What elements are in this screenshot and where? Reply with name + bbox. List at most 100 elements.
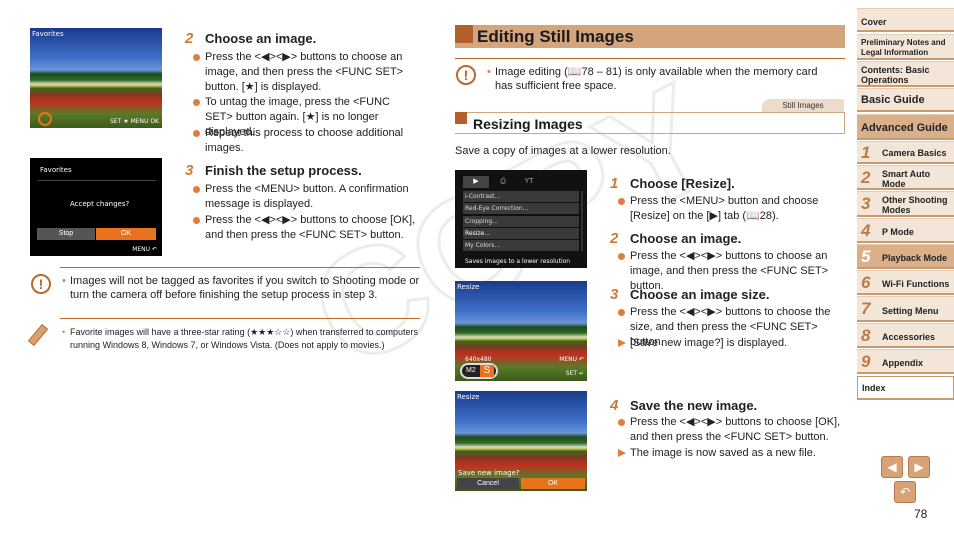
set-hint: SET ↵	[565, 370, 584, 377]
playback-tab-icon[interactable]: ▶	[463, 176, 489, 188]
sidebar-item-p-mode[interactable]: 4 P Mode	[857, 218, 954, 243]
step-title-text: Finish the setup process.	[205, 163, 362, 178]
sidebar-item-playback-mode[interactable]: 5 Playback Mode	[857, 244, 954, 269]
sidebar-item-index[interactable]: Index	[857, 376, 954, 400]
resize-step-1-bullet: Press the <MENU> button and choose [Resi…	[618, 194, 845, 224]
screen-footer: SET ★ MENU OK	[110, 118, 159, 125]
sidebar-item-label: Preliminary Notes and Legal Information	[861, 38, 946, 57]
sidebar-item-label: Advanced Guide	[861, 122, 948, 134]
step-2-bullet-1: Press the <◀><▶> buttons to choose an im…	[193, 50, 420, 95]
step-3-title: 3 Finish the setup process.	[185, 162, 362, 179]
still-images-tag: Still Images	[762, 99, 844, 112]
step-number: 1	[610, 175, 619, 192]
scrollbar[interactable]	[581, 191, 583, 251]
bullet-dot-icon	[193, 54, 200, 61]
bullet-icon: •	[62, 327, 66, 337]
result-text: The image is now saved as a new file.	[630, 447, 816, 459]
stop-button[interactable]: Stop	[37, 228, 95, 240]
result-arrow-icon	[618, 339, 626, 347]
step-title-text: Choose an image size.	[630, 287, 770, 302]
step-2-title: 2 Choose an image.	[185, 30, 316, 47]
sidebar-item-label: Index	[862, 383, 886, 393]
print-tab-icon[interactable]: ⎙	[491, 176, 515, 188]
save-screen: Resize Save new image? Cancel OK	[455, 391, 587, 491]
next-page-button[interactable]: ▶	[908, 456, 930, 478]
memo-note: • Favorite images will have a three-star …	[62, 326, 422, 352]
intro-text: Save a copy of images at a lower resolut…	[455, 145, 671, 157]
result-text: [Save new image?] is displayed.	[630, 337, 788, 349]
menu-item[interactable]: i-Contrast...	[463, 191, 579, 202]
sidebar-item-cover[interactable]: Cover	[857, 8, 954, 32]
arrow-left-icon: ◀	[887, 460, 897, 474]
bullet-dot-icon	[193, 186, 200, 193]
screen-footer: MENU ↶	[132, 246, 157, 253]
favorites-screen: Favorites SET ★ MENU OK	[30, 28, 162, 128]
sidebar-item-basic-guide[interactable]: Basic Guide	[857, 88, 954, 112]
resize-step-3-title: 3 Choose an image size.	[610, 286, 769, 303]
step-title-text: Save the new image.	[630, 398, 758, 413]
divider	[455, 58, 845, 59]
sidebar-item-label: Playback Mode	[882, 253, 948, 263]
bullet-text: Repeat this process to choose additional…	[205, 127, 404, 154]
sidebar-item-other-shooting[interactable]: 3 Other Shooting Modes	[857, 191, 954, 217]
caution-icon: !	[456, 65, 476, 85]
step-title-text: Choose [Resize].	[630, 176, 735, 191]
bullet-text: Press the <MENU> button. A confirmation …	[205, 183, 409, 210]
bullet-dot-icon	[193, 99, 200, 106]
sidebar-item-preliminary-notes[interactable]: Preliminary Notes and Legal Information	[857, 34, 954, 60]
accept-changes-screen: Favorites Accept changes? Stop OK MENU ↶	[30, 158, 162, 256]
resize-step-4-bullet: Press the <◀><▶> buttons to choose [OK],…	[618, 415, 845, 445]
size-m2[interactable]: M2	[466, 367, 476, 374]
divider	[60, 318, 420, 319]
screen-label: Resize	[457, 393, 480, 401]
sidebar-item-setting-menu[interactable]: 7 Setting Menu	[857, 296, 954, 322]
sidebar-item-contents[interactable]: Contents: Basic Operations	[857, 61, 954, 87]
step-number: 2	[185, 30, 194, 47]
ok-button[interactable]: OK	[521, 478, 585, 489]
menu-item-selected[interactable]: Resize...	[463, 228, 579, 239]
page-title: Editing Still Images	[477, 27, 634, 46]
step-title-text: Choose an image.	[205, 31, 317, 46]
result-arrow-icon	[618, 449, 626, 457]
note-text: Image editing (📖78 – 81) is only availab…	[495, 66, 818, 92]
cancel-button[interactable]: Cancel	[457, 478, 519, 489]
sidebar-item-wifi[interactable]: 6 Wi-Fi Functions	[857, 270, 954, 295]
bullet-text: Press the <◀><▶> buttons to choose [OK],…	[205, 214, 416, 241]
menu-screen: ▶ ⎙ YT i-Contrast... Red-Eye Correction.…	[455, 170, 587, 268]
sidebar-item-label: Accessories	[882, 332, 936, 342]
screen-label: Favorites	[40, 166, 72, 174]
bullet-dot-icon	[618, 253, 625, 260]
resize-screen: Resize 640x480 M2 S MENU ↶ SET ↵	[455, 281, 587, 381]
bullet-dot-icon	[618, 309, 625, 316]
size-selector[interactable]: M2 S	[460, 363, 498, 379]
step-3-bullet-1: Press the <MENU> button. A confirmation …	[193, 182, 420, 212]
bullet-dot-icon	[193, 217, 200, 224]
prev-page-button[interactable]: ◀	[881, 456, 903, 478]
step-number: 4	[610, 397, 619, 414]
ok-button[interactable]: OK	[96, 228, 156, 240]
bullet-dot-icon	[618, 198, 625, 205]
menu-item[interactable]: Red-Eye Correction...	[463, 203, 579, 214]
note-text: Images will not be tagged as favorites i…	[70, 275, 420, 301]
sidebar-item-accessories[interactable]: 8 Accessories	[857, 323, 954, 348]
screen-label: Resize	[457, 283, 480, 291]
header-square-icon	[455, 112, 467, 124]
sidebar-item-label: Wi-Fi Functions	[882, 279, 950, 289]
back-button[interactable]: ↶	[894, 481, 916, 503]
settings-tab-icon[interactable]: YT	[517, 176, 541, 188]
sidebar-item-appendix[interactable]: 9 Appendix	[857, 349, 954, 374]
sidebar-item-label: Basic Guide	[861, 94, 925, 106]
bullet-text: Press the <◀><▶> buttons to choose [OK],…	[630, 416, 841, 443]
sidebar-item-label: Contents: Basic Operations	[861, 65, 930, 85]
menu-item[interactable]: My Colors...	[463, 240, 579, 251]
size-s-selected[interactable]: S	[480, 365, 494, 377]
page-number: 78	[914, 507, 928, 521]
menu-item[interactable]: Cropping...	[463, 216, 579, 227]
sidebar-item-camera-basics[interactable]: 1 Camera Basics	[857, 141, 954, 164]
size-readout: 640x480	[465, 356, 492, 363]
return-icon: ↶	[899, 485, 911, 499]
sidebar-item-advanced-guide[interactable]: Advanced Guide	[857, 114, 954, 140]
bullet-dot-icon	[193, 130, 200, 137]
sidebar-item-smart-auto[interactable]: 2 Smart Auto Mode	[857, 165, 954, 190]
bullet-icon: •	[487, 66, 491, 78]
